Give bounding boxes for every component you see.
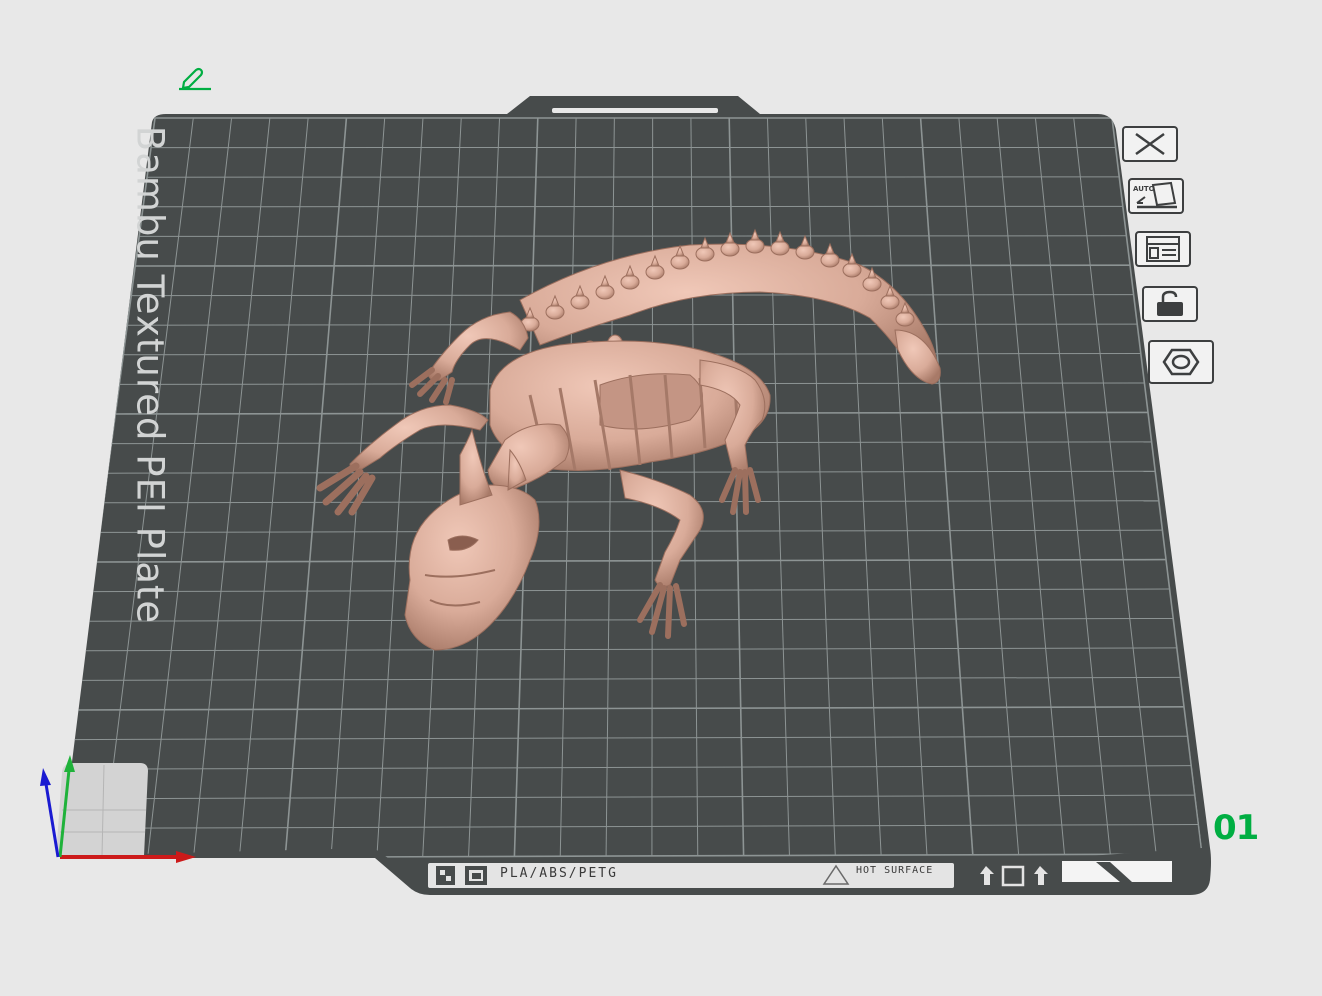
hexagon-nut-icon xyxy=(1156,345,1206,379)
delete-plate-button[interactable] xyxy=(1122,126,1178,162)
z-axis-arrow xyxy=(40,768,51,786)
vertebra xyxy=(881,295,899,309)
arrange-button[interactable] xyxy=(1135,231,1191,267)
vertebra xyxy=(843,263,861,277)
unlock-icon xyxy=(1148,289,1192,319)
vertebra xyxy=(696,247,714,261)
vertebra xyxy=(863,277,881,291)
vertebra xyxy=(796,245,814,259)
close-icon xyxy=(1130,130,1170,158)
vertebra xyxy=(671,255,689,269)
auto-label: AUTO xyxy=(1133,185,1155,193)
arrange-icon xyxy=(1141,234,1185,264)
plate-handle-slot xyxy=(552,108,718,113)
edit-plate-name-button[interactable] xyxy=(176,66,214,92)
auto-orient-button[interactable]: AUTO xyxy=(1128,178,1184,214)
plate-corner-tab xyxy=(1062,861,1172,882)
grid-line-h xyxy=(139,236,1126,237)
vertebra xyxy=(621,275,639,289)
vertebra xyxy=(821,253,839,267)
pencil-icon xyxy=(176,66,214,92)
auto-orient-icon: AUTO xyxy=(1131,181,1181,211)
3d-viewport[interactable]: Bambu Textured PEI Plate PLA/ABS/PETG HO… xyxy=(0,0,1322,992)
plate-corner-icon xyxy=(465,866,487,885)
vertebra xyxy=(746,239,764,253)
plate-marker-icon xyxy=(436,866,455,885)
vertebra xyxy=(596,285,614,299)
plate-number[interactable]: 01 xyxy=(1213,808,1258,848)
plate-settings-button[interactable] xyxy=(1148,340,1214,384)
vertebra xyxy=(646,265,664,279)
vertebra xyxy=(571,295,589,309)
vertebra xyxy=(546,305,564,319)
vertebra xyxy=(771,241,789,255)
filament-types-label: PLA/ABS/PETG xyxy=(500,866,618,881)
vertebra xyxy=(721,242,739,256)
lock-plate-button[interactable] xyxy=(1142,286,1198,322)
vertebra xyxy=(896,312,914,326)
z-axis xyxy=(46,784,58,857)
bed-type-label: Bambu Textured PEI Plate xyxy=(129,126,172,624)
hot-surface-warning: HOT SURFACE xyxy=(856,866,946,876)
